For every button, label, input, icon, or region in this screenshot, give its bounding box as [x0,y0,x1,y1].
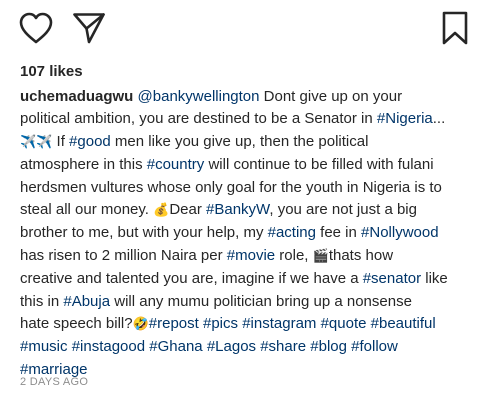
caption-line: uchemaduagwu @bankywellington Dont give … [20,86,478,108]
hashtag-link[interactable]: #share [260,338,306,355]
caption-text: Dear [169,201,206,219]
caption-text: like [421,270,448,288]
caption-text: will continue to be filled with fulani [204,156,434,174]
post-caption: uchemaduagwu @bankywellington Dont give … [20,86,478,381]
caption-line: creative and talented you are, imagine i… [20,268,478,290]
post-action-bar [0,0,490,56]
hashtag-link[interactable]: #Lagos [207,338,256,355]
emoji-icon: 💰 [153,203,170,219]
caption-line: this in #Abuja will any mumu politician … [20,291,478,313]
caption-line: has risen to 2 million Naira per #movie … [20,245,478,268]
caption-line: steal all our money. 💰Dear #BankyW, you … [20,199,478,222]
caption-text: atmosphere in this [20,156,147,174]
caption-text: herdsmen vultures whose only goal for th… [20,178,442,196]
caption-line: #music #instagood #Ghana #Lagos #share #… [20,336,478,358]
hashtag-link[interactable]: #quote [321,315,367,332]
hashtag-link[interactable]: #instagram [242,315,316,332]
caption-text: men like you give up, then the political [110,132,369,150]
caption-text: brother to me, but with your help, my [20,224,268,242]
caption-text: role, [275,246,313,264]
hashtag-link[interactable]: #senator [363,270,421,287]
hashtag-link[interactable]: #repost [149,315,199,332]
caption-text: Dont give up on your [259,88,403,105]
heart-icon[interactable] [18,11,54,45]
emoji-icon: 🎬 [312,248,329,264]
caption-line: hate speech bill?🤣#repost #pics #instagr… [20,313,478,336]
mention-link[interactable]: @bankywellington [138,88,260,105]
hashtag-link[interactable]: #acting [268,224,316,241]
hashtag-link[interactable]: #BankyW [206,201,269,218]
hashtag-link[interactable]: #good [69,133,111,150]
username-link[interactable]: uchemaduagwu [20,88,133,105]
caption-line: #marriage [20,359,478,381]
hashtag-link[interactable]: #follow [351,338,398,355]
caption-line: atmosphere in this #country will continu… [20,154,478,176]
hashtag-link[interactable]: #instagood [72,338,145,355]
post-timestamp: 2 DAYS AGO [20,376,89,388]
hashtag-link[interactable]: #pics [203,315,238,332]
caption-text: fee in [316,224,362,242]
emoji-icon: ✈️✈️ [20,134,53,150]
like-count[interactable]: 107 likes [20,63,83,80]
caption-text: steal all our money. [20,201,154,219]
caption-text: creative and talented you are, imagine i… [20,270,363,288]
hashtag-link[interactable]: #country [147,156,205,173]
hashtag-link[interactable]: #Ghana [149,338,202,355]
caption-line: brother to me, but with your help, my #a… [20,222,478,244]
caption-line: herdsmen vultures whose only goal for th… [20,177,478,199]
caption-text: this in [20,292,64,310]
bookmark-icon[interactable] [440,10,470,46]
hashtag-link[interactable]: #music [20,338,68,355]
caption-text: hate speech bill? [20,315,133,333]
emoji-icon: 🤣 [132,317,149,333]
hashtag-link[interactable]: #blog [310,338,347,355]
caption-line: ✈️✈️ If #good men like you give up, then… [20,131,478,154]
caption-text: has risen to 2 million Naira per [20,246,227,264]
caption-line: political ambition, you are destined to … [20,108,478,130]
hashtag-link[interactable]: #Nollywood [361,224,439,241]
hashtag-link[interactable]: #beautiful [371,315,436,332]
hashtag-link[interactable]: #Nigeria [377,110,433,127]
hashtag-link[interactable]: #Abuja [63,293,110,310]
hashtag-link[interactable]: #movie [227,247,275,264]
caption-text: will any mumu politician bring up a nons… [110,292,412,310]
caption-text: If [52,132,70,150]
paper-plane-icon[interactable] [72,11,106,45]
caption-text: thats how [328,246,394,264]
caption-text: ... [432,110,446,128]
caption-text: , you are not just a big [269,201,417,219]
caption-text: political ambition, you are destined to … [20,110,377,128]
